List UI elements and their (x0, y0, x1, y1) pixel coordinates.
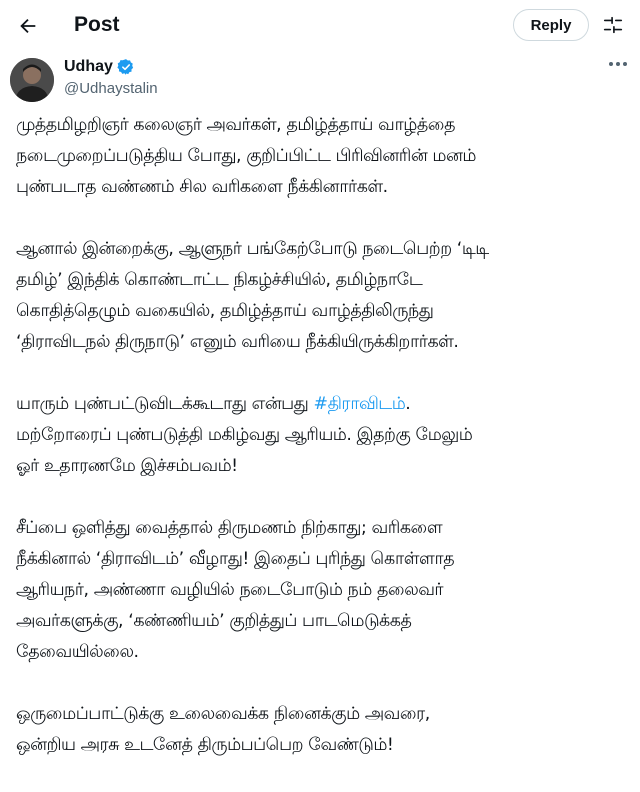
tweet-line: தேவையில்லை. (16, 642, 139, 662)
profile-photo-icon (10, 58, 54, 102)
author-name-row: Udhay (64, 57, 135, 77)
reply-button[interactable]: Reply (513, 9, 589, 41)
arrow-left-icon (20, 18, 36, 34)
tweet-line: ஒருமைப்பாட்டுக்கு உலைவைக்க நினைக்கும் அவ… (16, 704, 430, 724)
tweet-text-segment: . (405, 394, 411, 414)
tweet-line: யாரும் புண்பட்டுவிடக்கூடாது என்பது #திரா… (16, 389, 628, 420)
tweet-paragraph: சீப்பை ஒளித்து வைத்தால் திருமணம் நிற்காத… (16, 513, 628, 668)
tweet-paragraph: ஒருமைப்பாட்டுக்கு உலைவைக்க நினைக்கும் அவ… (16, 699, 628, 761)
tweet-line: சீப்பை ஒளித்து வைத்தால் திருமணம் நிற்காத… (16, 518, 443, 538)
tweet-paragraph: முத்தமிழறிஞர் கலைஞர் அவர்கள், தமிழ்த்தாய… (16, 110, 628, 203)
tweet-line: அவர்களுக்கு, ‘கண்ணியம்’ குறித்துப் பாடமெ… (16, 611, 412, 631)
tweet-line: ஓர் உதாரணமே இச்சம்பவம்! (16, 456, 238, 476)
tweet-line: முத்தமிழறிஞர் கலைஞர் அவர்கள், தமிழ்த்தாய… (16, 115, 455, 135)
sliders-icon (603, 16, 623, 34)
tweet-line: மற்றோரைப் புண்படுத்தி மகிழ்வது ஆரியம். இ… (16, 425, 473, 445)
tweet-line: நீக்கினால் ‘திராவிடம்’ வீழாது! இதைப் புர… (16, 549, 455, 569)
tweet-line: நடைமுறைப்படுத்திய போது, குறிப்பிட்ட பிரி… (16, 146, 476, 166)
tweet-line: ‘திராவிடநல் திருநாடு’ எனும் வரியை நீக்கி… (16, 332, 459, 352)
tweet-paragraph: ஆனால் இன்றைக்கு, ஆளுநர் பங்கேற்போடு நடைப… (16, 234, 628, 358)
author-name[interactable]: Udhay (64, 57, 113, 77)
hashtag-link[interactable]: #திராவிடம் (313, 394, 405, 414)
tweet-line: ஆரியநர், அண்ணா வழியில் நடைபோடும் நம் தலை… (16, 580, 444, 600)
back-button[interactable] (10, 8, 46, 44)
tweet-line: கொதித்தெழும் வகையில், தமிழ்த்தாய் வாழ்த்… (16, 301, 434, 321)
tweet-line: ஆனால் இன்றைக்கு, ஆளுநர் பங்கேற்போடு நடைப… (16, 239, 489, 259)
more-options-button[interactable] (604, 52, 632, 76)
tweet-text: முத்தமிழறிஞர் கலைஞர் அவர்கள், தமிழ்த்தாய… (16, 110, 628, 792)
tweet-text-segment: யாரும் புண்பட்டுவிடக்கூடாது என்பது (16, 394, 314, 414)
more-horizontal-icon (609, 62, 627, 66)
reply-settings-button[interactable] (598, 10, 628, 40)
tweet-line: ஒன்றிய அரசு உடனேத் திரும்பப்பெற வேண்டும்… (16, 735, 394, 755)
avatar[interactable] (10, 58, 54, 102)
author-handle[interactable]: @Udhaystalin (64, 79, 158, 99)
top-bar: Post Reply (0, 0, 640, 52)
tweet-line: புண்படாத வண்ணம் சில வரிகளை நீக்கினார்கள்… (16, 177, 388, 197)
verified-badge-icon (117, 59, 134, 75)
tweet-paragraph: யாரும் புண்பட்டுவிடக்கூடாது என்பது #திரா… (16, 389, 628, 482)
tweet-line: தமிழ்’ இந்திக் கொண்டாட்ட நிகழ்ச்சியில், … (16, 270, 423, 290)
page-title: Post (74, 13, 120, 36)
